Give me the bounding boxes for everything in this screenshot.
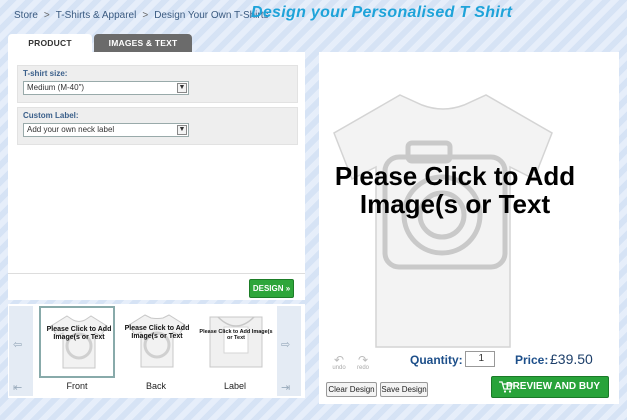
preview-and-buy-button[interactable]: PREVIEW AND BUY — [491, 376, 609, 398]
thumbnail-overlay-text: Please Click to Add Image(s or Text — [124, 325, 190, 340]
thumbnail-back[interactable]: Please Click to Add Image(s or Text Back — [118, 306, 194, 396]
tab-product-options[interactable]: PRODUCT OPTIONS — [8, 34, 92, 66]
scroll-left-column: ⇦ ⇤ — [9, 306, 33, 396]
tshirt-canvas[interactable]: Please Click to Add Image(s or Text — [330, 87, 575, 359]
thumbnail-overlay-text: Please Click to Add Image(s or Text — [46, 326, 112, 341]
custom-label-option: Custom Label: Add your own neck label ▼ — [17, 107, 298, 145]
thumbnail-caption: Front — [66, 381, 88, 391]
canvas-placeholder-text: Please Click to Add Image(s or Text — [334, 161, 576, 219]
thumbnail-frame: Please Click to Add Image(s or Text — [118, 306, 194, 378]
undo-label: undo — [332, 365, 346, 371]
thumbnail-frame: Please Click to Add Image(s or Text — [197, 306, 273, 378]
breadcrumb-separator: > — [142, 9, 149, 21]
tshirt-front-image — [50, 315, 108, 369]
arrow-right-icon[interactable]: ⇨ — [281, 338, 290, 351]
quantity-input[interactable]: 1 — [465, 351, 495, 367]
chevron-down-icon: ▼ — [177, 125, 187, 135]
divider — [8, 273, 305, 274]
page-title: Design your Personalised T Shirt — [251, 4, 513, 21]
custom-label-select-value: Add your own neck label — [27, 125, 115, 134]
custom-label-label: Custom Label: — [23, 111, 79, 120]
size-select[interactable]: Medium (M-40") ▼ — [23, 81, 189, 95]
save-design-button[interactable]: Save Design — [380, 382, 428, 397]
tshirt-label-image — [209, 316, 263, 368]
size-option: T-shirt size: Medium (M-40") ▼ — [17, 65, 298, 103]
thumbnail-caption: Back — [145, 381, 166, 391]
thumbnail-frame: Please Click to Add Image(s or Text — [39, 306, 115, 378]
breadcrumb-store[interactable]: Store — [14, 10, 38, 21]
undo-redo-controls: ↶ undo ↷ redo — [331, 353, 371, 371]
thumbnail-caption: Label — [223, 381, 247, 391]
arrow-first-icon[interactable]: ⇤ — [13, 381, 22, 394]
quantity-label: Quantity: — [410, 353, 463, 367]
redo-label: redo — [356, 365, 369, 371]
undo-button[interactable]: ↶ undo — [331, 353, 347, 371]
breadcrumb: Store > T-Shirts & Apparel > Design Your… — [14, 8, 269, 22]
cart-icon — [499, 381, 513, 393]
thumbnail-overlay-text: Please Click to Add Image(s or Text — [199, 329, 273, 341]
price-value: £39.50 — [550, 351, 593, 367]
size-label: T-shirt size: — [23, 69, 68, 78]
arrow-left-icon[interactable]: ⇦ — [13, 338, 22, 351]
size-select-value: Medium (M-40") — [27, 83, 85, 92]
price-label: Price: — [515, 353, 549, 367]
undo-icon: ↶ — [333, 353, 345, 367]
view-thumbnail-strip: ⇦ ⇤ Please Click to Add Image(s or Text … — [8, 304, 305, 398]
tshirt-preview-image — [333, 94, 553, 348]
redo-button[interactable]: ↷ redo — [355, 353, 371, 371]
tab-images-text-tools[interactable]: IMAGES & TEXT TOOLS — [94, 34, 192, 66]
tshirt-back-image — [128, 314, 186, 368]
product-options-panel: T-shirt size: Medium (M-40") ▼ Custom La… — [8, 52, 305, 300]
arrow-last-icon[interactable]: ⇥ — [281, 381, 290, 394]
preview-and-buy-label: PREVIEW AND BUY — [505, 381, 600, 392]
clear-design-button[interactable]: Clear Design — [326, 382, 377, 397]
custom-label-select[interactable]: Add your own neck label ▼ — [23, 123, 189, 137]
tab-bar: PRODUCT OPTIONS IMAGES & TEXT TOOLS — [8, 34, 192, 66]
breadcrumb-separator: > — [43, 9, 50, 21]
thumbnail-front[interactable]: Please Click to Add Image(s or Text Fron… — [39, 306, 115, 396]
thumbnail-label[interactable]: Please Click to Add Image(s or Text Labe… — [197, 306, 273, 396]
breadcrumb-tshirts[interactable]: T-Shirts & Apparel — [56, 10, 137, 21]
scroll-right-column: ⇨ ⇥ — [277, 306, 301, 396]
design-button[interactable]: DESIGN » — [249, 279, 294, 298]
redo-icon: ↷ — [357, 353, 369, 367]
design-preview-panel: Please Click to Add Image(s or Text ↶ un… — [319, 52, 619, 404]
chevron-down-icon: ▼ — [177, 83, 187, 93]
